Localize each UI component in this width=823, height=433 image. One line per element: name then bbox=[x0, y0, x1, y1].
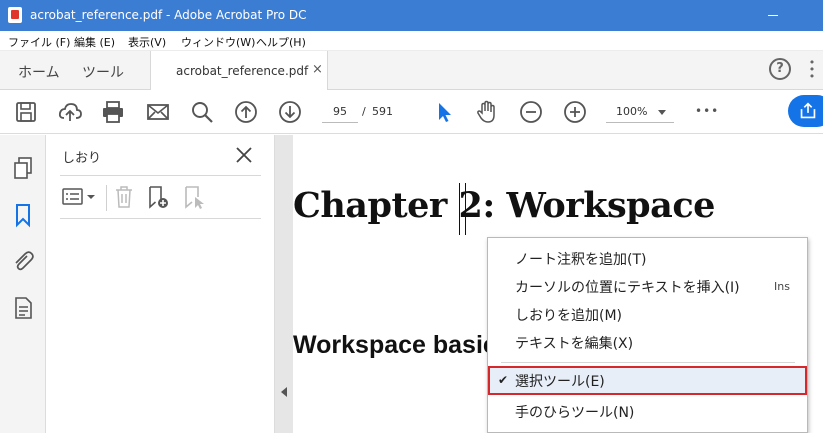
panel-divider bbox=[60, 175, 261, 176]
context-menu-item-select-tool[interactable]: ✔ 選択ツール(E) bbox=[488, 366, 807, 395]
tab-tools[interactable]: ツール bbox=[82, 62, 124, 82]
panel-splitter[interactable] bbox=[275, 135, 293, 433]
acrobat-app-icon bbox=[8, 7, 22, 23]
zoom-out-icon[interactable] bbox=[518, 99, 544, 125]
menu-help[interactable]: ヘルプ(H) bbox=[256, 34, 306, 50]
page-separator: / bbox=[362, 105, 366, 118]
context-menu-item-add-note[interactable]: ノート注釈を追加(T) bbox=[488, 244, 807, 270]
title-bar: acrobat_reference.pdf - Adobe Acrobat Pr… bbox=[0, 0, 823, 31]
bookmark-icon[interactable] bbox=[10, 202, 36, 228]
menu-window[interactable]: ウィンドウ(W) bbox=[181, 34, 255, 50]
left-navigation-rail bbox=[0, 135, 46, 433]
window-title: acrobat_reference.pdf - Adobe Acrobat Pr… bbox=[30, 8, 307, 22]
menu-item-label: 手のひらツール(N) bbox=[515, 405, 635, 421]
search-icon[interactable] bbox=[189, 99, 215, 125]
text-cursor bbox=[459, 183, 460, 235]
delete-bookmark-icon[interactable] bbox=[112, 184, 136, 210]
page-thumbnails-icon[interactable] bbox=[10, 155, 36, 181]
print-icon[interactable] bbox=[100, 99, 126, 125]
menu-item-label: テキストを編集(X) bbox=[515, 336, 634, 352]
menu-view[interactable]: 表示(V) bbox=[128, 34, 166, 50]
zoom-level-value: 100% bbox=[616, 105, 648, 118]
tab-document[interactable]: acrobat_reference.pdf × bbox=[150, 51, 328, 90]
zoom-in-icon[interactable] bbox=[562, 99, 588, 125]
upload-cloud-icon[interactable] bbox=[57, 99, 83, 125]
bookmarks-panel: しおり bbox=[46, 135, 275, 433]
save-icon[interactable] bbox=[13, 99, 39, 125]
menu-edit[interactable]: 編集 (E) bbox=[74, 34, 115, 50]
menu-item-label: ノート注釈を追加(T) bbox=[515, 252, 647, 268]
select-cursor-icon[interactable] bbox=[431, 99, 457, 125]
more-tools-icon[interactable]: ••• bbox=[695, 104, 719, 118]
tab-bar: ホーム ツール acrobat_reference.pdf × ? • • • bbox=[0, 51, 823, 90]
close-panel-icon[interactable] bbox=[234, 145, 254, 165]
previous-page-icon[interactable] bbox=[233, 99, 259, 125]
collapse-panel-icon[interactable] bbox=[281, 387, 287, 397]
menu-separator bbox=[501, 362, 795, 363]
bookmark-options-icon[interactable] bbox=[60, 184, 100, 210]
paperclip-icon[interactable] bbox=[10, 248, 36, 274]
context-menu-item-add-bookmark[interactable]: しおりを追加(M) bbox=[488, 300, 807, 326]
chevron-down-icon bbox=[658, 110, 666, 115]
email-icon[interactable] bbox=[145, 99, 171, 125]
document-heading: Chapter 2: Workspace bbox=[293, 185, 715, 226]
minimize-button[interactable] bbox=[768, 15, 778, 16]
document-subheading: Workspace basic bbox=[293, 331, 497, 359]
toolbar-divider bbox=[106, 185, 107, 211]
menu-item-label: カーソルの位置にテキストを挿入(I) bbox=[515, 280, 740, 296]
document-properties-icon[interactable] bbox=[10, 295, 36, 321]
bookmark-settings-icon[interactable] bbox=[182, 184, 208, 210]
next-page-icon[interactable] bbox=[277, 99, 303, 125]
menu-item-label: しおりを追加(M) bbox=[515, 308, 623, 324]
help-icon[interactable]: ? bbox=[769, 58, 791, 80]
context-menu-item-insert-text[interactable]: カーソルの位置にテキストを挿入(I) Ins bbox=[488, 272, 807, 298]
page-number-input[interactable]: 95 bbox=[322, 101, 358, 123]
menu-file[interactable]: ファイル (F) bbox=[8, 34, 70, 50]
tab-document-label: acrobat_reference.pdf bbox=[176, 64, 309, 78]
context-menu: ノート注釈を追加(T) カーソルの位置にテキストを挿入(I) Ins しおりを追… bbox=[487, 237, 808, 433]
bookmarks-panel-title: しおり bbox=[62, 151, 102, 166]
context-menu-item-hand-tool[interactable]: 手のひらツール(N) bbox=[488, 397, 807, 423]
toolbar: 95 / 591 100% ••• bbox=[0, 90, 823, 134]
tab-home[interactable]: ホーム bbox=[18, 62, 60, 82]
context-menu-item-edit-text[interactable]: テキストを編集(X) bbox=[488, 328, 807, 354]
add-bookmark-icon[interactable] bbox=[146, 184, 172, 210]
menu-bar: ファイル (F) 編集 (E) 表示(V) ウィンドウ(W) ヘルプ(H) bbox=[0, 31, 823, 51]
panel-divider bbox=[60, 218, 261, 219]
hand-tool-icon[interactable] bbox=[474, 99, 500, 125]
zoom-level-select[interactable]: 100% bbox=[606, 101, 674, 123]
check-icon: ✔ bbox=[498, 373, 509, 387]
more-vertical-icon[interactable]: • • • bbox=[808, 57, 816, 82]
close-tab-icon[interactable]: × bbox=[312, 62, 323, 77]
menu-item-label: 選択ツール(E) bbox=[515, 374, 605, 390]
menu-item-shortcut: Ins bbox=[774, 280, 790, 293]
share-button[interactable] bbox=[788, 95, 823, 127]
text-cursor bbox=[465, 183, 466, 235]
page-total: 591 bbox=[372, 105, 393, 118]
